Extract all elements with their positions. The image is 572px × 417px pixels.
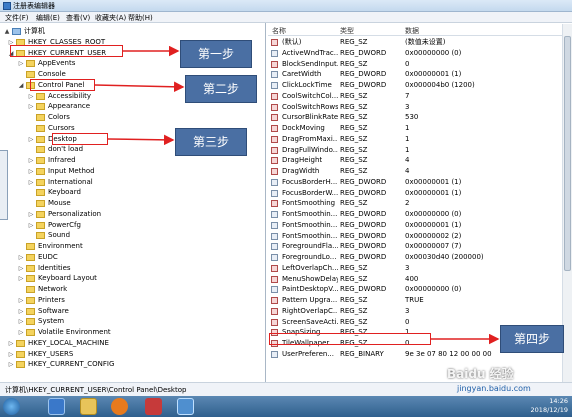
callout-step1: 第一步 [180, 40, 252, 68]
explorer-icon[interactable] [80, 398, 97, 415]
clock-date: 2018/12/19 [530, 406, 568, 414]
regedit-taskbar-icon[interactable] [177, 398, 194, 415]
watermark-brand: Baidu 经验 [447, 367, 514, 381]
start-button-icon[interactable] [3, 398, 20, 415]
arrow-step3 [107, 134, 175, 146]
callout-step4: 第四步 [500, 325, 564, 353]
windows-taskbar: 14:26 2018/12/19 [0, 396, 572, 417]
system-clock[interactable]: 14:26 2018/12/19 [508, 397, 568, 415]
annotation-arrows [94, 45, 500, 345]
callout-step2: 第二步 [185, 75, 257, 103]
media-player-icon[interactable] [111, 398, 128, 415]
watermark-url: jingyan.baidu.com [457, 384, 531, 393]
callout-step3: 第三步 [175, 128, 247, 156]
app-icon[interactable] [145, 398, 162, 415]
clock-time: 14:26 [549, 397, 568, 405]
ie-icon[interactable] [48, 398, 65, 415]
arrow-step2 [94, 81, 185, 93]
